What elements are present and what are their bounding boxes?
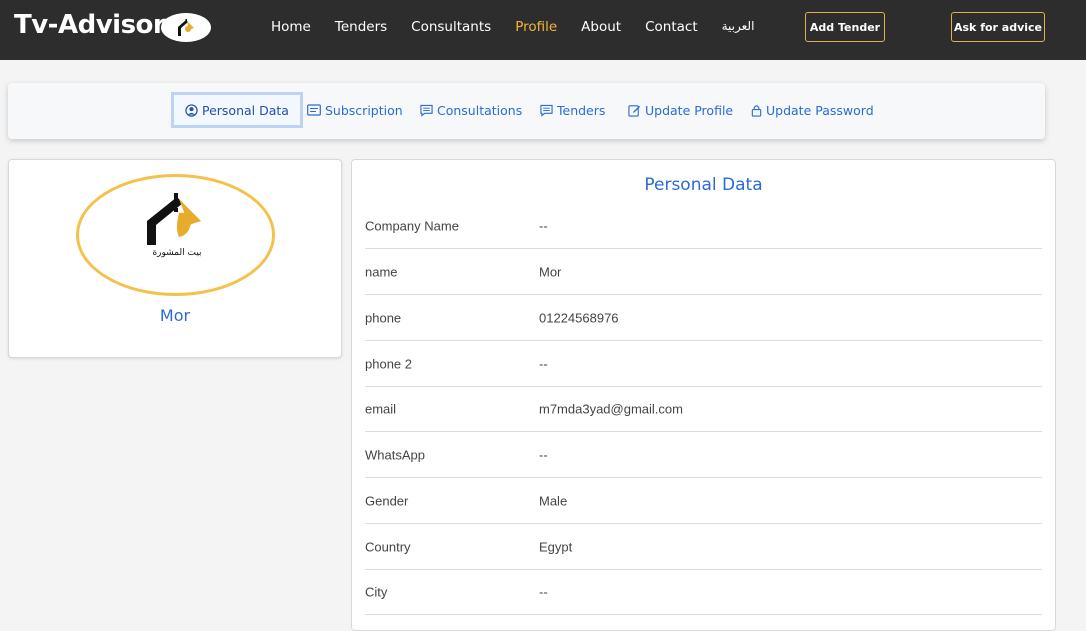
row-value: -- (539, 218, 548, 233)
nav-home[interactable]: Home (271, 19, 311, 35)
data-row-country: Country Egypt (365, 524, 1042, 570)
row-value: m7mda3yad@gmail.com (539, 401, 683, 416)
row-value: Male (539, 493, 568, 508)
tab-label: Personal Data (202, 102, 289, 118)
data-row-email: email m7mda3yad@gmail.com (365, 386, 1042, 432)
top-navbar: Tv-Advisor Home Tenders Consultants Prof… (0, 0, 1086, 60)
personal-data-card: Personal Data Company Name -- name Mor p… (351, 159, 1056, 631)
data-row-city: City -- (365, 569, 1042, 615)
row-label: Gender (365, 493, 409, 508)
brand-logo[interactable] (161, 13, 211, 42)
row-value: Egypt (539, 539, 573, 554)
house-logo-icon: بيت المشورة (147, 193, 202, 258)
add-tender-button[interactable]: Add Tender (805, 12, 885, 42)
row-label: Company Name (365, 218, 459, 233)
row-value: 01224568976 (539, 310, 619, 325)
tab-label: Tenders (557, 102, 606, 118)
lock-icon (751, 104, 762, 117)
data-row-name: name Mor (365, 249, 1042, 295)
profile-name: Mor (159, 306, 191, 325)
row-value: -- (539, 447, 548, 462)
message-icon (540, 104, 553, 117)
nav-profile[interactable]: Profile (515, 19, 557, 35)
nav-tenders[interactable]: Tenders (335, 19, 387, 35)
tab-label: Update Profile (645, 102, 734, 118)
row-label: email (365, 401, 397, 416)
row-label: phone 2 (365, 356, 412, 371)
tab-personal-data[interactable]: Personal Data (171, 92, 303, 128)
ask-for-advice-button[interactable]: Ask for advice (951, 12, 1045, 42)
edit-icon (628, 104, 641, 117)
tab-tenders[interactable]: Tenders (540, 92, 605, 128)
profile-summary-card: بيت المشورة Mor (8, 159, 342, 358)
brand-name[interactable]: Tv-Advisor (14, 10, 166, 40)
row-value: Mor (539, 264, 562, 279)
row-value: -- (539, 356, 548, 371)
row-label: name (365, 264, 398, 279)
data-row-gender: Gender Male (365, 478, 1042, 524)
avatar: بيت المشورة (76, 174, 275, 296)
tab-label: Consultations (437, 102, 523, 118)
row-label: WhatsApp (365, 447, 425, 462)
row-label: Country (365, 539, 411, 554)
row-label: City (365, 584, 388, 599)
data-row-company-name: Company Name -- (365, 203, 1042, 249)
tab-consultations[interactable]: Consultations (420, 92, 522, 128)
data-row-phone-2: phone 2 -- (365, 341, 1042, 387)
tab-label: Update Password (766, 102, 874, 118)
personal-data-title: Personal Data (644, 175, 763, 195)
message-icon (420, 104, 433, 117)
data-row-whatsapp: WhatsApp -- (365, 432, 1042, 478)
tab-update-profile[interactable]: Update Profile (628, 92, 733, 128)
nav-arabic-language[interactable]: العربية (722, 19, 755, 35)
nav-about[interactable]: About (581, 19, 621, 35)
card-icon (307, 104, 321, 116)
profile-tabs-card: Personal Data Subscription Consultations… (8, 83, 1045, 139)
nav-consultants[interactable]: Consultants (411, 19, 491, 35)
row-value: -- (539, 584, 548, 599)
tab-subscription[interactable]: Subscription (307, 92, 403, 128)
row-label: phone (365, 310, 402, 325)
tab-label: Subscription (325, 102, 403, 118)
main-nav: Home Tenders Consultants Profile About C… (271, 19, 754, 35)
tab-update-password[interactable]: Update Password (751, 92, 874, 128)
user-circle-icon (185, 103, 198, 117)
house-logo-icon (178, 19, 194, 36)
data-row-phone: phone 01224568976 (365, 295, 1042, 341)
nav-contact[interactable]: Contact (645, 19, 698, 35)
logo-arabic-text: بيت المشورة (152, 248, 201, 258)
